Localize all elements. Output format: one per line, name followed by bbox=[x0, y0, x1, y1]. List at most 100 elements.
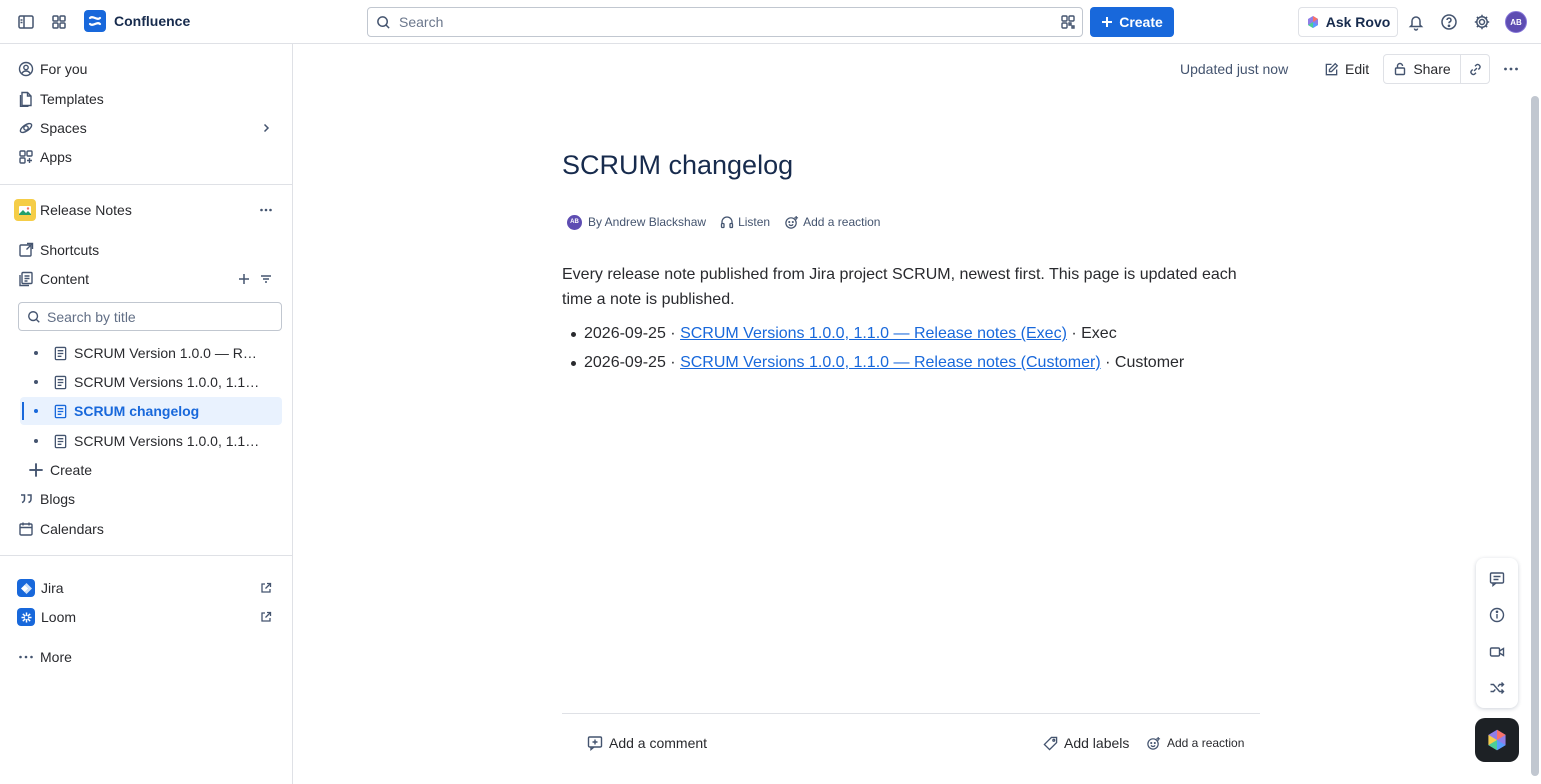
page-scrollbar[interactable] bbox=[1531, 96, 1539, 776]
more-actions-icon[interactable] bbox=[1497, 55, 1525, 83]
headphones-icon bbox=[720, 216, 734, 229]
quote-blog-icon bbox=[18, 491, 34, 507]
qr-scan-icon[interactable] bbox=[1060, 14, 1076, 30]
add-comment-button[interactable]: Add a comment bbox=[587, 732, 707, 754]
help-icon[interactable] bbox=[1435, 8, 1463, 36]
sidebar: For you Templates Spaces Apps Release No… bbox=[0, 44, 293, 784]
more-horizontal-icon[interactable] bbox=[258, 202, 274, 218]
create-page-button[interactable]: Create bbox=[20, 456, 282, 484]
page-byline: AB By Andrew Blackshaw Listen Add a reac… bbox=[567, 212, 880, 232]
shuffle-icon[interactable] bbox=[1487, 678, 1507, 698]
app-switcher-icon[interactable] bbox=[45, 8, 73, 36]
sidebar-toggle-icon[interactable] bbox=[12, 8, 40, 36]
page-icon bbox=[52, 403, 68, 419]
pencil-icon bbox=[1325, 62, 1339, 75]
sidebar-item-shortcuts[interactable]: Shortcuts bbox=[10, 236, 282, 264]
page-icon bbox=[52, 345, 68, 361]
create-button[interactable]: Create bbox=[1090, 7, 1174, 37]
sidebar-item-more[interactable]: More bbox=[10, 643, 282, 671]
ask-rovo-label: Ask Rovo bbox=[1325, 14, 1391, 30]
sidebar-item-label: Apps bbox=[40, 149, 72, 165]
search-icon bbox=[377, 15, 390, 29]
apps-icon bbox=[18, 149, 34, 165]
add-content-plus-icon[interactable] bbox=[236, 271, 252, 287]
copy-link-button[interactable] bbox=[1460, 54, 1490, 84]
sidebar-divider bbox=[0, 555, 292, 556]
sidebar-item-templates[interactable]: Templates bbox=[10, 85, 282, 113]
footer-add-reaction-button[interactable]: Add a reaction bbox=[1146, 732, 1244, 754]
space-header-release-notes[interactable]: Release Notes bbox=[10, 196, 282, 224]
rovo-chat-button[interactable] bbox=[1475, 718, 1519, 762]
external-link-icon[interactable] bbox=[258, 609, 274, 625]
jira-logo-icon bbox=[17, 579, 35, 597]
plus-icon bbox=[1102, 17, 1113, 27]
share-button[interactable]: Share bbox=[1383, 54, 1461, 84]
page-icon bbox=[52, 433, 68, 449]
search-by-title-placeholder: Search by title bbox=[47, 308, 136, 325]
sidebar-item-label: For you bbox=[40, 61, 88, 77]
rovo-icon bbox=[1307, 16, 1318, 28]
ask-rovo-button[interactable]: Ask Rovo bbox=[1298, 7, 1398, 37]
app-name: Confluence bbox=[114, 13, 191, 29]
edit-button[interactable]: Edit bbox=[1318, 54, 1375, 84]
sidebar-item-calendars[interactable]: Calendars bbox=[10, 515, 282, 543]
updated-status: Updated just now bbox=[1180, 61, 1289, 77]
settings-gear-icon[interactable] bbox=[1468, 8, 1496, 36]
release-note-link[interactable]: SCRUM Versions 1.0.0, 1.1.0 — Release no… bbox=[680, 354, 1101, 371]
add-labels-label: Add labels bbox=[1064, 735, 1130, 751]
page-tree-item-selected[interactable]: SCRUM changelog bbox=[20, 397, 282, 425]
page-tree-item[interactable]: SCRUM Versions 1.0.0, 1.1.0 — Release no… bbox=[20, 427, 282, 455]
author-avatar[interactable]: AB bbox=[567, 214, 582, 230]
author-name[interactable]: By Andrew Blackshaw bbox=[588, 215, 706, 229]
external-link-icon[interactable] bbox=[258, 580, 274, 596]
sidebar-item-label: Blogs bbox=[40, 491, 76, 507]
sidebar-app-jira[interactable]: Jira bbox=[10, 574, 282, 602]
chevron-right-icon[interactable] bbox=[258, 120, 274, 136]
filter-icon[interactable] bbox=[258, 271, 274, 287]
add-reaction-button[interactable]: Add a reaction bbox=[784, 215, 880, 230]
page-tree-item[interactable]: SCRUM Versions 1.0.0, 1.1.0 — Release no… bbox=[20, 368, 282, 396]
sidebar-item-blogs[interactable]: Blogs bbox=[10, 485, 282, 513]
footer-divider bbox=[562, 713, 1260, 714]
shortcut-icon bbox=[18, 242, 34, 258]
create-label: Create bbox=[50, 462, 93, 478]
sidebar-item-for-you[interactable]: For you bbox=[10, 55, 282, 83]
sidebar-item-label: Calendars bbox=[40, 521, 104, 537]
page-icon bbox=[52, 374, 68, 390]
release-note-list: 2026-09-25 · SCRUM Versions 1.0.0, 1.1.0… bbox=[570, 322, 1184, 380]
space-avatar-icon bbox=[14, 199, 36, 221]
sidebar-item-label: Templates bbox=[40, 91, 104, 107]
sidebar-divider bbox=[0, 184, 292, 185]
emoji-add-icon bbox=[785, 215, 799, 229]
listen-button[interactable]: Listen bbox=[720, 215, 770, 229]
sidebar-item-label: Loom bbox=[41, 609, 77, 625]
video-record-icon[interactable] bbox=[1487, 642, 1507, 662]
comment-add-icon bbox=[587, 736, 603, 751]
content-pages-icon bbox=[18, 271, 34, 287]
user-avatar[interactable]: AB bbox=[1505, 11, 1527, 33]
share-label: Share bbox=[1413, 61, 1451, 77]
sidebar-item-label: More bbox=[40, 649, 72, 665]
top-navigation-bar: Confluence Search Create Ask Rovo AB bbox=[0, 0, 1541, 44]
add-labels-button[interactable]: Add labels bbox=[1043, 732, 1129, 754]
global-search-input[interactable]: Search bbox=[367, 7, 1083, 37]
sidebar-item-spaces[interactable]: Spaces bbox=[10, 114, 282, 142]
sidebar-item-label: Jira bbox=[41, 580, 64, 596]
search-by-title-input[interactable]: Search by title bbox=[18, 302, 282, 331]
page-tree-item[interactable]: SCRUM Version 1.0.0 — Release notes (Cus… bbox=[20, 339, 282, 367]
plus-icon bbox=[28, 462, 44, 478]
space-name: Release Notes bbox=[40, 202, 132, 218]
comments-panel-icon[interactable] bbox=[1487, 569, 1507, 589]
sidebar-app-loom[interactable]: Loom bbox=[10, 603, 282, 631]
add-reaction-label: Add a reaction bbox=[803, 215, 881, 229]
release-note-link[interactable]: SCRUM Versions 1.0.0, 1.1.0 — Release no… bbox=[680, 325, 1067, 342]
sidebar-item-apps[interactable]: Apps bbox=[10, 143, 282, 171]
sidebar-item-content[interactable]: Content bbox=[10, 265, 282, 293]
selected-indicator bbox=[22, 402, 24, 420]
sidebar-item-label: Content bbox=[40, 271, 90, 287]
create-button-label: Create bbox=[1119, 14, 1163, 30]
add-comment-label: Add a comment bbox=[609, 735, 708, 751]
page-info-icon[interactable] bbox=[1487, 605, 1507, 625]
confluence-logo[interactable]: Confluence bbox=[84, 10, 190, 32]
notifications-bell-icon[interactable] bbox=[1402, 8, 1430, 36]
